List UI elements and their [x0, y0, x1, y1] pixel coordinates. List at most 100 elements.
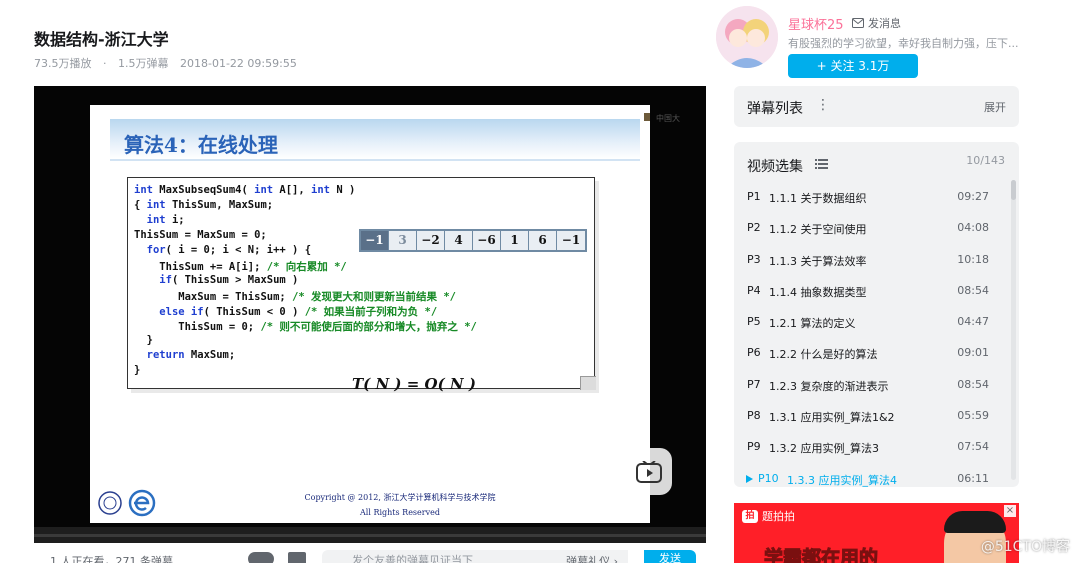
episode-duration: 08:54 — [957, 283, 989, 297]
episode-code: P1 — [747, 190, 761, 203]
play-count: 73.5万播放 — [34, 57, 92, 70]
episode-duration: 04:47 — [957, 315, 989, 329]
episode-item[interactable]: P5 1.2.1 算法的定义 04:47 — [734, 306, 1004, 337]
university-logo-icon — [98, 489, 156, 517]
code-block: int MaxSubseqSum4( int A[], int N ) { in… — [127, 177, 596, 390]
episode-title: 1.2.3 复杂度的渐进表示 — [769, 379, 889, 393]
episode-duration: 07:54 — [957, 440, 989, 454]
video-player[interactable]: 中国大 算法4：在线处理 int MaxSubseqSum4( int A[],… — [34, 86, 706, 543]
episode-code: P4 — [747, 283, 761, 297]
danmaku-etiquette-link[interactable]: 弹幕礼仪 › — [566, 553, 618, 563]
episode-title: 1.3.2 应用实例_算法3 — [769, 442, 879, 456]
episode-code: P5 — [747, 315, 761, 329]
code-line: } — [146, 334, 153, 346]
episode-duration: 09:01 — [957, 346, 989, 360]
ad-person-hair — [944, 511, 1006, 533]
slide-brand-label: 中国大 — [656, 114, 680, 123]
code-line: { int ThisSum, MaxSum; — [134, 199, 274, 211]
array-cell: −1 — [561, 233, 581, 247]
uploader-description: 有股强烈的学习欲望，幸好我自制力强，压下... — [788, 37, 1019, 50]
code-line: MaxSum = ThisSum; /* 发现更大和则更新当前结果 */ — [178, 291, 456, 303]
episode-title: 1.2.1 算法的定义 — [769, 317, 856, 331]
advertisement[interactable]: 拍 题拍拍 × 学霸都在用的 — [734, 503, 1019, 563]
code-line: ThisSum = MaxSum = 0; — [134, 229, 267, 241]
example-array: −1 3 −2 4 −6 1 6 −1 — [359, 229, 587, 252]
danmaku-count: 1.5万弹幕 — [118, 57, 169, 70]
slide-flag-icon — [644, 113, 650, 121]
code-line: else if( ThisSum < 0 ) /* 如果当前子列和为负 */ — [159, 306, 438, 318]
episode-title: 1.1.2 关于空间使用 — [769, 223, 867, 237]
code-line: if( ThisSum > MaxSum ) — [159, 274, 299, 286]
episode-count: 10/143 — [966, 154, 1005, 167]
video-meta: 73.5万播放 · 1.5万弹幕 2018-01-22 09:59:55 — [34, 55, 305, 71]
array-cell: 6 — [529, 231, 557, 250]
close-icon[interactable]: × — [1004, 505, 1016, 517]
code-line: for( i = 0; i < N; i++ ) { — [146, 244, 312, 256]
episode-item[interactable]: P7 1.2.3 复杂度的渐进表示 08:54 — [734, 369, 1004, 400]
progress-bar[interactable] — [34, 527, 706, 543]
code-line: } — [134, 364, 141, 376]
episode-code: P6 — [747, 346, 761, 360]
rights-line: All Rights Reserved — [360, 508, 440, 517]
danmaku-toggle[interactable] — [248, 552, 274, 563]
page-fold-corner — [580, 376, 596, 390]
ad-logo-icon: 拍 — [742, 509, 758, 523]
episode-item[interactable]: P10 1.3.3 应用实例_算法4 06:11 — [734, 463, 1004, 487]
message-icon — [852, 18, 864, 28]
episode-code: P2 — [747, 221, 761, 235]
array-cell: −6 — [473, 231, 501, 250]
list-icon[interactable] — [815, 159, 828, 169]
episode-item[interactable]: P4 1.1.4 抽象数据类型 08:54 — [734, 275, 1004, 306]
episode-list: P1 1.1.1 关于数据组织 09:27 P2 1.1.2 关于空间使用 04:08 P3… — [734, 181, 1004, 487]
episode-duration: 08:54 — [957, 377, 989, 391]
episode-duration: 09:27 — [957, 190, 989, 203]
slide-banner: 算法4：在线处理 — [110, 119, 640, 161]
episode-duration: 10:18 — [957, 252, 989, 266]
slide-copyright: Copyright @ 2012, 浙江大学计算机科学与技术学院 All Rig… — [285, 490, 515, 520]
episode-code: P7 — [747, 377, 761, 391]
message-link[interactable]: 发消息 — [852, 15, 901, 31]
episode-item[interactable]: P8 1.3.1 应用实例_算法1&2 05:59 — [734, 400, 1004, 431]
watermark: @51CTO博客 — [980, 539, 1070, 555]
send-button[interactable]: 发送 — [644, 550, 696, 563]
code-line: return MaxSum; — [146, 349, 236, 361]
follow-button[interactable]: + 关注 3.1万 — [788, 54, 918, 78]
episode-code: P8 — [747, 409, 761, 423]
video-title: 数据结构-浙江大学 — [34, 30, 169, 49]
episode-title: 1.3.3 应用实例_算法4 — [787, 473, 897, 487]
ad-slogan: 学霸都在用的 — [763, 547, 879, 563]
play-icon[interactable] — [625, 448, 672, 495]
episode-item[interactable]: P9 1.3.2 应用实例_算法3 07:54 — [734, 431, 1004, 462]
ad-brand: 拍 题拍拍 — [742, 508, 795, 524]
episode-list-label: 视频选集 — [747, 159, 803, 175]
more-dots-icon[interactable]: ⋮ — [816, 97, 830, 113]
scrollbar-thumb[interactable] — [1011, 180, 1016, 200]
array-cell: 3 — [389, 231, 417, 250]
episode-duration: 05:59 — [957, 409, 989, 423]
episode-duration: 06:11 — [957, 471, 989, 485]
episode-item[interactable]: P1 1.1.1 关于数据组织 09:27 — [734, 181, 1004, 212]
uploader-name[interactable]: 星球杯25 — [788, 14, 844, 33]
danmaku-list-panel[interactable]: 弹幕列表 ⋮ 展开 — [734, 86, 1019, 127]
copyright-line: Copyright @ 2012, 浙江大学计算机科学与技术学院 — [304, 493, 496, 502]
episode-list-panel: 视频选集 10/143 P1 1.1.1 关于数据组织 09:27 P2 1.1.2 关… — [734, 142, 1019, 487]
scrollbar-track[interactable] — [1011, 180, 1016, 480]
viewer-count: 1 人正在看，271 条弹幕 — [50, 555, 173, 563]
code-line: ThisSum = 0; /* 则不可能使后面的部分和增大，抛弃之 */ — [178, 321, 477, 333]
array-cell: 1 — [501, 231, 529, 250]
episode-item[interactable]: P6 1.2.2 什么是好的算法 09:01 — [734, 337, 1004, 368]
expand-button[interactable]: 展开 — [984, 99, 1006, 115]
array-cell: −1 — [361, 231, 389, 250]
episode-item[interactable]: P3 1.1.3 关于算法效率 10:18 — [734, 244, 1004, 275]
avatar[interactable] — [716, 6, 778, 68]
episode-item[interactable]: P2 1.1.2 关于空间使用 04:08 — [734, 212, 1004, 243]
episode-title: 1.1.4 抽象数据类型 — [769, 285, 867, 299]
episode-code: P3 — [747, 252, 761, 266]
complexity-formula: T( N ) = O( N ) — [352, 375, 476, 393]
danmaku-list-label: 弹幕列表 — [747, 101, 803, 117]
meta-dot: · — [103, 57, 107, 70]
danmaku-settings-icon[interactable] — [288, 552, 306, 563]
publish-date: 2018-01-22 09:59:55 — [180, 57, 297, 70]
code-line: int i; — [146, 214, 185, 226]
episode-title: 1.1.1 关于数据组织 — [769, 192, 867, 205]
